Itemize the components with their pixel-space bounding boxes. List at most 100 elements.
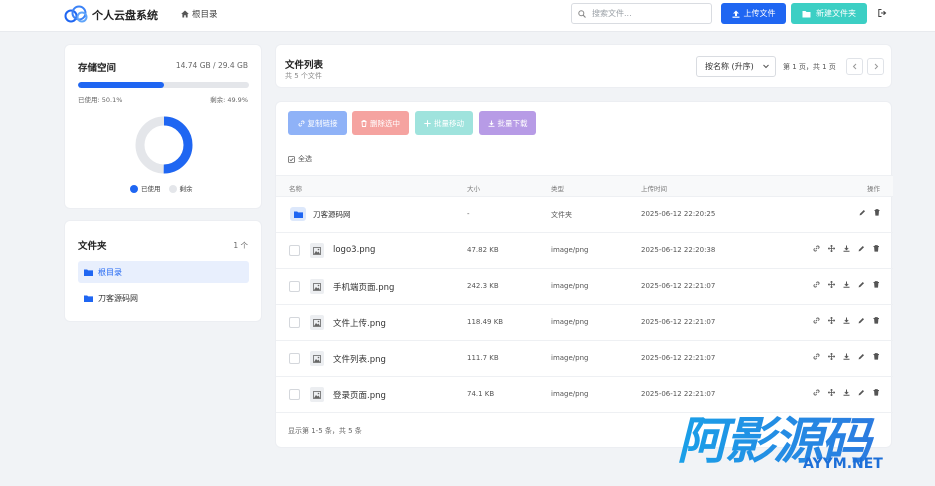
table-row[interactable]: 文件列表.png 111.7 KB image/png 2025-06-12 22:2… <box>276 341 893 377</box>
batch-download-label: 批量下载 <box>497 118 528 128</box>
trash-icon[interactable] <box>873 389 880 396</box>
cloud-logo-icon <box>64 5 88 23</box>
table-row[interactable]: 登录页面.png 74.1 KB image/png 2025-06-12 22:21… <box>276 377 893 413</box>
copy-link-button[interactable]: 复制链接 <box>288 111 347 135</box>
image-file-icon <box>310 351 324 366</box>
edit-icon[interactable] <box>858 317 865 324</box>
new-folder-button[interactable]: 新建文件夹 <box>791 3 867 24</box>
new-folder-label: 新建文件夹 <box>816 9 856 18</box>
move-icon[interactable] <box>828 281 835 288</box>
folder-item-label: 刀客源码网 <box>98 293 138 303</box>
edit-icon[interactable] <box>858 281 865 288</box>
search-icon <box>578 9 586 18</box>
trash-icon[interactable] <box>873 317 880 324</box>
move-icon[interactable] <box>828 317 835 324</box>
storage-donut-chart <box>135 116 193 174</box>
next-page-button[interactable] <box>867 58 884 75</box>
nav-root-link[interactable]: 根目录 <box>181 8 218 20</box>
delete-selected-label: 删除选中 <box>370 118 400 128</box>
upload-icon <box>732 10 739 18</box>
folder-item-root[interactable]: 根目录 <box>78 261 249 283</box>
copy-link-label: 复制链接 <box>307 118 338 128</box>
storage-title: 存储空间 <box>78 63 117 74</box>
row-checkbox[interactable] <box>289 389 300 400</box>
table-header: 名称 大小 类型 上传时间 操作 <box>276 175 893 197</box>
row-actions <box>813 281 880 288</box>
file-name[interactable]: 手机端页面.png <box>333 281 394 293</box>
file-name[interactable]: 文件列表.png <box>333 353 386 365</box>
edit-icon[interactable] <box>858 353 865 360</box>
row-checkbox[interactable] <box>289 281 300 292</box>
file-size: 118.49 KB <box>467 318 504 326</box>
link-icon[interactable] <box>813 353 820 360</box>
file-name[interactable]: logo3.png <box>333 245 375 255</box>
row-checkbox[interactable] <box>289 353 300 364</box>
row-actions <box>813 317 880 324</box>
search-input[interactable] <box>592 9 702 18</box>
download-icon[interactable] <box>843 389 850 396</box>
brand-title: 个人云盘系统 <box>92 9 158 22</box>
file-time: 2025-06-12 22:21:07 <box>641 354 716 362</box>
col-type: 类型 <box>551 185 564 193</box>
upload-label: 上传文件 <box>743 9 776 18</box>
edit-icon[interactable] <box>859 209 866 216</box>
chevron-down-icon <box>763 64 769 69</box>
storage-card: 存储空间 14.74 GB / 29.4 GB 已使用: 50.1% 剩余: 4… <box>64 44 262 209</box>
link-icon[interactable] <box>813 317 820 324</box>
folder-item-daoke[interactable]: 刀客源码网 <box>78 287 249 309</box>
download-icon <box>488 120 494 127</box>
folder-icon <box>290 207 306 221</box>
storage-progress-fill <box>78 82 164 88</box>
svg-text:AYYM.NET: AYYM.NET <box>803 456 883 472</box>
legend-free: 剩余 <box>168 183 193 193</box>
prev-page-button[interactable] <box>846 58 863 75</box>
table-row[interactable]: 刀客源码网 - 文件夹 2025-06-12 22:20:25 <box>276 197 893 233</box>
download-icon[interactable] <box>843 281 850 288</box>
sort-select[interactable]: 按名称 (升序) <box>696 56 776 77</box>
move-icon[interactable] <box>828 245 835 252</box>
download-icon[interactable] <box>843 353 850 360</box>
trash-icon[interactable] <box>873 245 880 252</box>
home-icon <box>181 10 189 18</box>
trash-icon[interactable] <box>873 353 880 360</box>
move-icon[interactable] <box>828 353 835 360</box>
chevron-right-icon <box>874 63 878 70</box>
image-file-icon <box>310 387 324 402</box>
upload-button[interactable]: 上传文件 <box>721 3 786 24</box>
batch-move-button[interactable]: 批量移动 <box>415 111 473 135</box>
search-box[interactable] <box>571 3 712 24</box>
file-time: 2025-06-12 22:21:07 <box>641 318 716 326</box>
file-name[interactable]: 登录页面.png <box>333 389 386 401</box>
logout-icon[interactable] <box>878 9 887 17</box>
delete-selected-button[interactable]: 删除选中 <box>352 111 409 135</box>
link-icon[interactable] <box>813 245 820 252</box>
select-all-checkbox[interactable]: 全选 <box>288 154 312 164</box>
download-icon[interactable] <box>843 317 850 324</box>
table-row[interactable]: 文件上传.png 118.49 KB image/png 2025-06-12 22:… <box>276 305 893 341</box>
table-row[interactable]: logo3.png 47.82 KB image/png 2025-06-12 22:… <box>276 233 893 269</box>
batch-download-button[interactable]: 批量下载 <box>479 111 536 135</box>
link-icon[interactable] <box>813 281 820 288</box>
pagination-summary: 显示第 1-5 条，共 5 条 <box>288 427 362 435</box>
edit-icon[interactable] <box>858 389 865 396</box>
file-type: image/png <box>551 246 589 254</box>
move-icon[interactable] <box>828 389 835 396</box>
col-time: 上传时间 <box>641 185 667 193</box>
trash-icon[interactable] <box>873 281 880 288</box>
row-actions <box>813 389 880 396</box>
table-row[interactable]: 手机端页面.png 242.3 KB image/png 2025-06-12 22:… <box>276 269 893 305</box>
edit-icon[interactable] <box>858 245 865 252</box>
row-checkbox[interactable] <box>289 245 300 256</box>
download-icon[interactable] <box>843 245 850 252</box>
file-name[interactable]: 文件上传.png <box>333 317 386 329</box>
page-info: 第 1 页，共 1 页 <box>783 63 836 71</box>
row-checkbox[interactable] <box>289 317 300 328</box>
trash-icon[interactable] <box>874 209 880 216</box>
file-size: 47.82 KB <box>467 246 499 254</box>
file-count-text: 共 5 个文件 <box>285 72 322 80</box>
image-file-icon <box>310 243 324 258</box>
link-icon[interactable] <box>813 389 820 396</box>
top-header: 个人云盘系统 根目录 上传文件 新建文件夹 <box>0 0 935 32</box>
file-type: 文件夹 <box>551 211 572 219</box>
file-name[interactable]: 刀客源码网 <box>313 209 351 220</box>
